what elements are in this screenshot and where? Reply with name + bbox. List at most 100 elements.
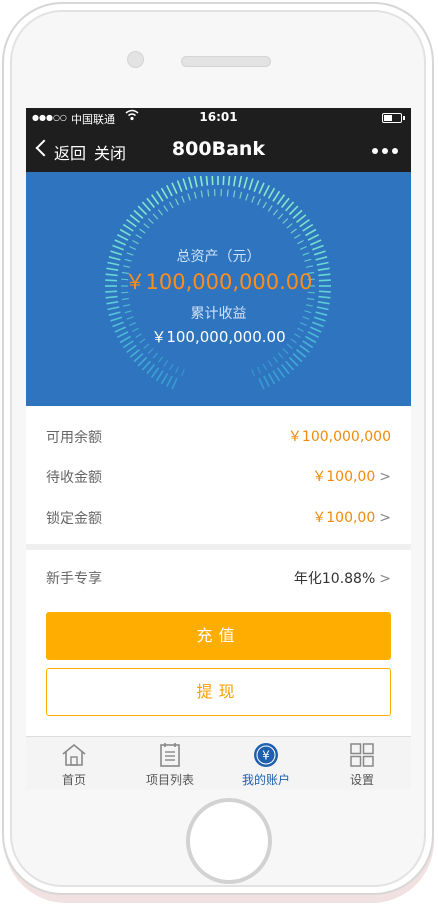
gauge-tick bbox=[272, 370, 281, 382]
gauge-tick bbox=[105, 295, 118, 299]
gauge-tick bbox=[267, 187, 276, 199]
gauge-tick bbox=[141, 201, 151, 212]
available-balance-label: 可用余额 bbox=[46, 430, 102, 446]
gauge-tick bbox=[150, 194, 160, 205]
gauge-tick bbox=[139, 228, 146, 234]
gauge-tick bbox=[133, 209, 144, 219]
gauge-tick bbox=[114, 239, 127, 246]
gauge-tick bbox=[280, 363, 290, 375]
svg-text:¥: ¥ bbox=[262, 749, 270, 763]
gauge-tick bbox=[302, 223, 314, 232]
gauge-tick bbox=[251, 369, 255, 377]
balance-row-available: 可用余额 ￥100,000,000 bbox=[26, 416, 411, 456]
gauge-tick bbox=[165, 375, 173, 388]
gauge-tick bbox=[282, 218, 289, 224]
status-bar: ●●●○○ 中国联通 16:01 bbox=[26, 108, 411, 128]
gauge-tick bbox=[152, 213, 159, 220]
gauge-tick bbox=[168, 201, 174, 209]
more-dots-icon[interactable] bbox=[372, 148, 398, 154]
gauge-tick bbox=[205, 176, 209, 186]
deposit-button[interactable]: 充值 bbox=[46, 612, 391, 660]
gauge-tick bbox=[132, 239, 139, 245]
gauge-tick bbox=[285, 201, 295, 212]
tab-project-list[interactable]: 项目列表 bbox=[122, 737, 218, 790]
gauge-tick bbox=[277, 352, 284, 359]
gauge-tick bbox=[280, 197, 290, 209]
gauge-tick bbox=[137, 205, 148, 216]
pending-amount-value: ￥100,00 > bbox=[312, 469, 391, 485]
gauge-tick bbox=[285, 360, 295, 371]
gauge-tick bbox=[174, 366, 180, 374]
gauge-tick bbox=[305, 228, 317, 237]
gauge-tick bbox=[126, 218, 137, 228]
gauge-tick bbox=[129, 214, 141, 224]
gauge-tick bbox=[299, 218, 310, 228]
gauge-tick bbox=[181, 369, 185, 377]
gauge-tick bbox=[292, 209, 303, 219]
gauge-tick bbox=[171, 182, 178, 195]
tab-project-list-label: 项目列表 bbox=[145, 773, 194, 787]
gauge-tick bbox=[200, 190, 203, 198]
gauge-tick bbox=[199, 176, 203, 187]
tab-my-account[interactable]: ¥ 我的账户 bbox=[218, 737, 314, 790]
gauge-tick bbox=[193, 191, 197, 199]
gauge-tick bbox=[137, 356, 148, 367]
gauge-tick bbox=[116, 233, 129, 241]
cumulative-income-label: 累计收益 bbox=[190, 306, 247, 322]
gauge-tick bbox=[318, 295, 331, 299]
gauge-tick bbox=[248, 178, 254, 191]
gauge-tick bbox=[211, 176, 214, 186]
gauge-tick bbox=[262, 363, 268, 371]
gauge-tick bbox=[276, 194, 286, 205]
gauge-tick bbox=[174, 198, 180, 206]
gauge-tick bbox=[143, 223, 150, 229]
gauge-tick bbox=[267, 205, 273, 212]
gauge-tick bbox=[129, 348, 141, 358]
balance-row-locked[interactable]: 锁定金额 ￥100,00 > bbox=[26, 497, 411, 537]
available-balance-value: ￥100,000,000 bbox=[287, 429, 391, 445]
gauge-tick bbox=[168, 363, 174, 371]
gauge-tick bbox=[146, 197, 156, 209]
gauge-tick bbox=[272, 190, 281, 202]
gauge-tick bbox=[157, 209, 164, 216]
gauge-tick bbox=[243, 176, 248, 189]
asset-summary-panel: 总资产（元） ￥100,000,000.00 累计收益 ￥100,000,000… bbox=[26, 172, 411, 406]
withdraw-button[interactable]: 提现 bbox=[46, 668, 391, 716]
gauge-tick bbox=[122, 223, 134, 232]
action-buttons: 充值 提现 bbox=[26, 608, 411, 736]
home-button[interactable] bbox=[186, 798, 272, 884]
gauge-tick bbox=[267, 360, 273, 367]
balance-list: 可用余额 ￥100,000,000 待收金额 ￥100,00 > 锁定金额 ￥10… bbox=[26, 406, 411, 544]
gauge-tick bbox=[171, 377, 178, 390]
tab-home[interactable]: 首页 bbox=[26, 737, 122, 790]
promo-rate: 年化10.88% > bbox=[293, 571, 391, 587]
front-camera bbox=[127, 51, 144, 68]
gauge-tick bbox=[297, 239, 304, 245]
gauge-tick bbox=[233, 176, 237, 187]
tab-my-account-label: 我的账户 bbox=[241, 773, 290, 787]
pending-amount-label: 待收金额 bbox=[46, 470, 102, 486]
balance-row-pending[interactable]: 待收金额 ￥100,00 > bbox=[26, 456, 411, 496]
gauge-tick bbox=[272, 356, 279, 363]
page-title: 800Bank bbox=[171, 138, 266, 160]
gauge-tick bbox=[233, 190, 236, 198]
gauge-tick bbox=[160, 187, 169, 199]
gauge-tick bbox=[187, 193, 191, 201]
gauge-tick bbox=[147, 348, 154, 354]
gauge-tick bbox=[256, 366, 262, 374]
newcomer-promo-row[interactable]: 新手专享 年化10.88% > bbox=[26, 550, 411, 608]
gauge-tick bbox=[282, 348, 289, 354]
navigation-bar: 返回 关闭 800Bank bbox=[26, 128, 411, 172]
gauge-tick bbox=[307, 297, 315, 301]
gauge-tick bbox=[157, 356, 164, 363]
gauge-tick bbox=[288, 356, 299, 367]
gauge-tick bbox=[277, 213, 284, 220]
gauge-tick bbox=[193, 176, 198, 188]
gauge-tick bbox=[256, 198, 262, 206]
gauge-tick bbox=[150, 367, 160, 378]
tab-settings[interactable]: 设置 bbox=[314, 737, 410, 790]
app-screen: ●●●○○ 中国联通 16:01 返回 关闭 800Bank 总资产（元） ￥1… bbox=[26, 108, 411, 790]
gauge-tick bbox=[292, 353, 303, 363]
chevron-right-icon: > bbox=[379, 510, 391, 526]
home-icon bbox=[62, 743, 86, 766]
